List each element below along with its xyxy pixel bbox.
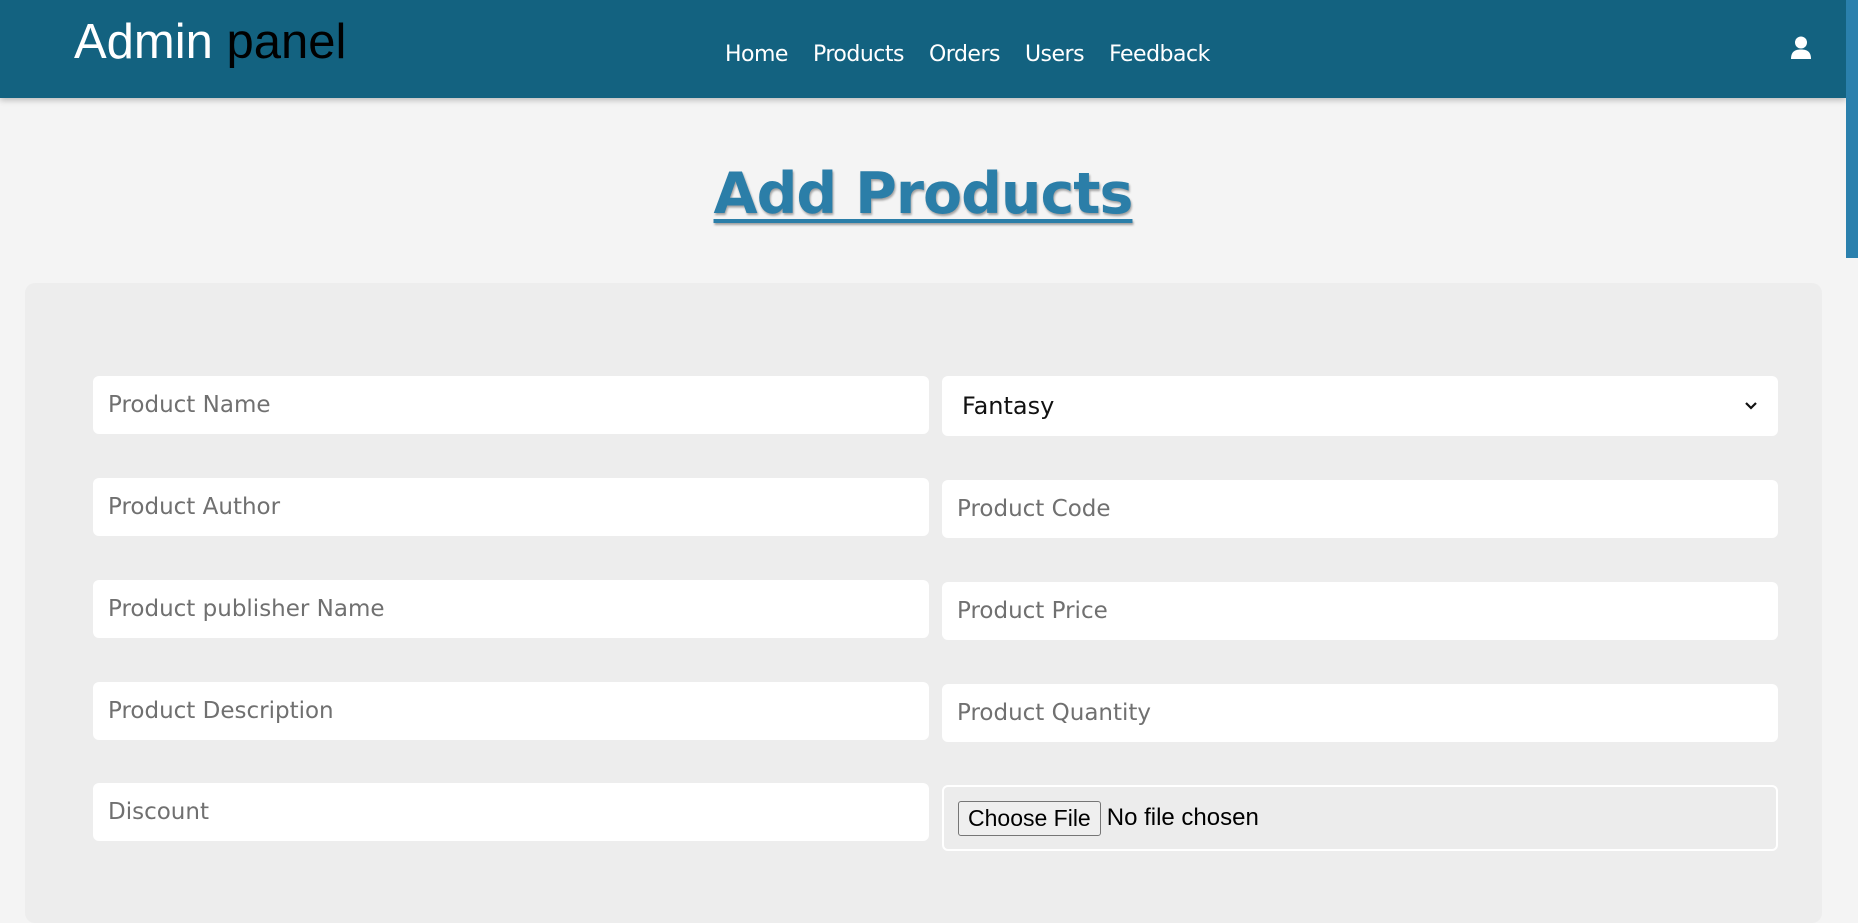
discount-input[interactable] <box>93 783 929 841</box>
page-title: Add Products <box>713 161 1134 227</box>
page-scrollbar[interactable] <box>1846 0 1858 888</box>
category-select[interactable]: Fantasy <box>942 376 1778 436</box>
product-quantity-input[interactable] <box>942 684 1778 742</box>
product-author-input[interactable] <box>93 478 929 536</box>
product-code-input[interactable] <box>942 480 1778 538</box>
user-icon[interactable] <box>1790 36 1812 60</box>
brand-logo[interactable]: Admin panel <box>74 14 346 70</box>
main-nav: Home Products Orders Users Feedback <box>725 40 1210 70</box>
product-price-input[interactable] <box>942 582 1778 640</box>
brand-main-text: Admin <box>74 15 227 69</box>
product-image-file-input[interactable]: Choose File No file chosen <box>942 785 1778 851</box>
product-publisher-input[interactable] <box>93 580 929 638</box>
choose-file-button[interactable]: Choose File <box>958 800 1101 836</box>
nav-link-home[interactable]: Home <box>725 40 788 70</box>
product-description-input[interactable] <box>93 682 929 740</box>
nav-link-users[interactable]: Users <box>1025 40 1085 70</box>
chevron-down-icon <box>1745 402 1757 410</box>
nav-link-products[interactable]: Products <box>813 40 905 70</box>
nav-link-orders[interactable]: Orders <box>929 40 1000 70</box>
add-product-form-panel: Fantasy Choose File No file chosen <box>25 283 1822 923</box>
page-title-wrap: Add Products <box>0 158 1846 230</box>
brand-accent-text: panel <box>226 15 347 69</box>
file-status-text: No file chosen <box>1106 804 1259 831</box>
category-selected-value: Fantasy <box>962 392 1055 420</box>
scrollbar-thumb[interactable] <box>1846 0 1858 258</box>
nav-link-feedback[interactable]: Feedback <box>1109 40 1210 70</box>
product-name-input[interactable] <box>93 376 929 434</box>
top-navbar: Admin panel Home Products Orders Users F… <box>0 0 1846 98</box>
